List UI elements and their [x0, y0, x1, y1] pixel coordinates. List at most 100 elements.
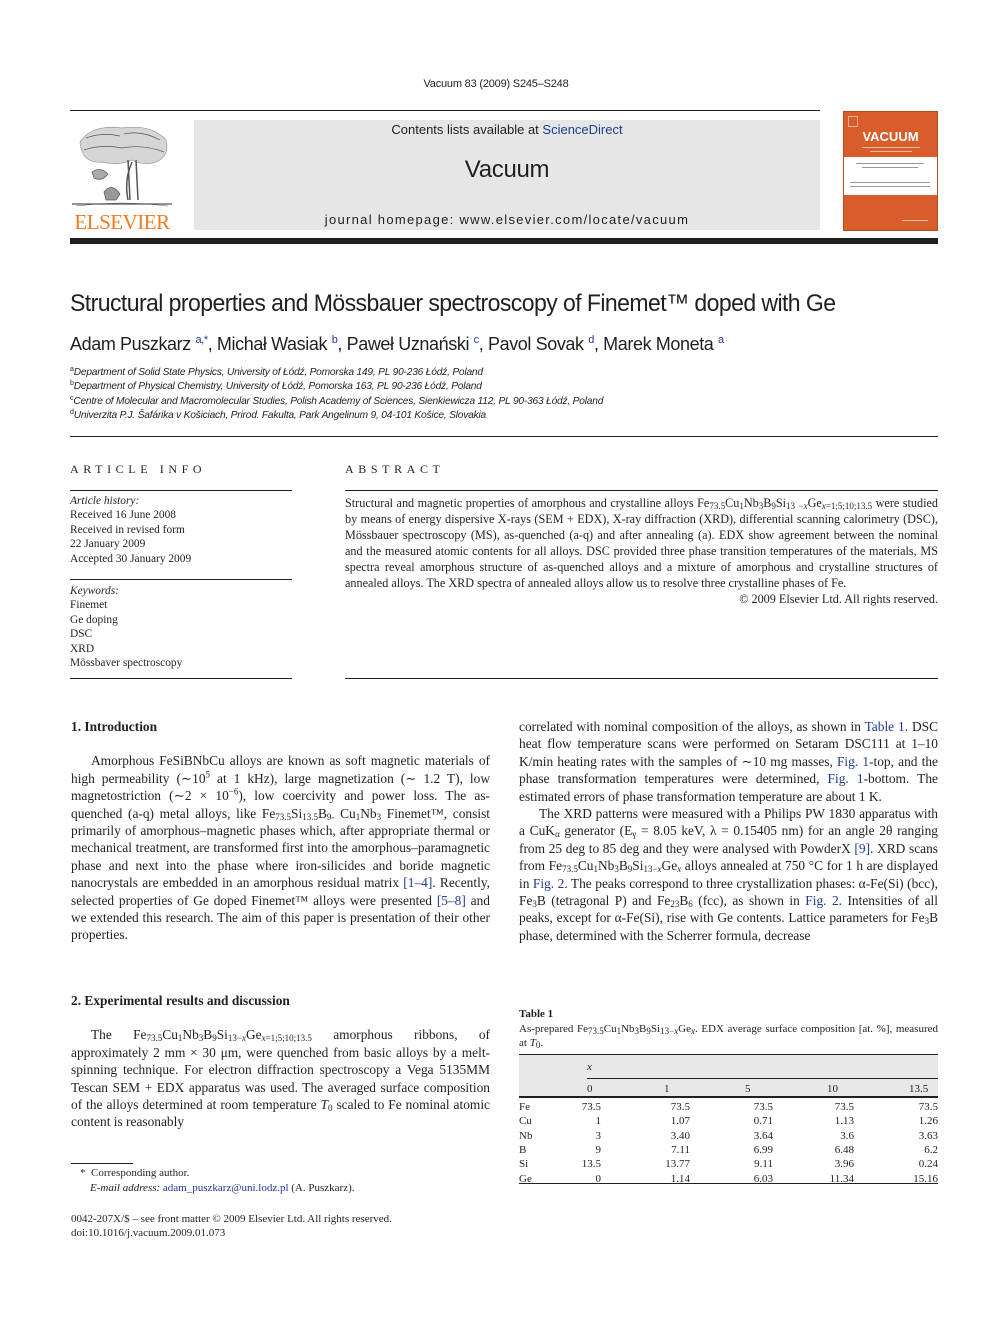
abstract-heading: ABSTRACT — [345, 462, 445, 476]
column-header: 10 — [827, 1083, 838, 1095]
divider — [345, 678, 938, 679]
divider — [345, 490, 938, 491]
element-label: Fe — [519, 1101, 530, 1113]
paragraph: Amorphous FeSiBNbCu alloys are known as … — [71, 753, 490, 943]
header-rule — [70, 110, 820, 111]
header-thick-rule — [70, 238, 938, 244]
table-cell: 1 — [595, 1115, 602, 1128]
keywords-label: Keywords: — [70, 585, 119, 597]
paragraph: The XRD patterns were measured with a Ph… — [519, 806, 939, 943]
journal-homepage[interactable]: journal homepage: www.elsevier.com/locat… — [194, 212, 820, 227]
journal-citation: Vacuum 83 (2009) S245–S248 — [423, 78, 569, 90]
section-introduction: 1. Introduction Amorphous FeSiBNbCu allo… — [71, 718, 490, 944]
figure-link[interactable]: Fig. 1 — [828, 771, 864, 786]
composition-table: x 0 1 5 10 13.5 Fe 73.5 73.5 73.5 73.5 73.5 Cu 1 1.0… — [519, 1054, 938, 1185]
divider — [70, 436, 938, 437]
table-cell: 1.26 — [918, 1115, 938, 1128]
table-label: Table 1 — [519, 1008, 554, 1020]
element-label: Nb — [519, 1129, 533, 1142]
table-body: Fe 73.5 73.5 73.5 73.5 73.5 Cu 1 1.07 0.71 1.13 1.2… — [519, 1098, 938, 1185]
elsevier-logo[interactable]: ELSEVIER — [70, 120, 174, 234]
separator: , — [207, 334, 217, 354]
keyword-item: Mössbaver spectroscopy — [70, 657, 183, 670]
divider — [70, 579, 292, 580]
figure-link[interactable]: Fig. 1 — [837, 754, 869, 769]
table-header: x 0 1 5 10 13.5 — [519, 1054, 938, 1098]
column-header: 5 — [745, 1083, 751, 1095]
section-heading: 1. Introduction — [71, 719, 158, 734]
journal-cover-image[interactable]: VACUUM — [843, 111, 938, 231]
table-cell: 73.5 — [753, 1101, 773, 1113]
table-cell: 7.11 — [671, 1143, 690, 1156]
history-item: Received in revised form — [70, 523, 185, 536]
doi-line[interactable]: doi:10.1016/j.vacuum.2009.01.073 — [71, 1226, 392, 1240]
x-header: x — [587, 1061, 592, 1073]
paragraph: The Fe73.5Cu1Nb3B9Si13−xGex=1;5;10;13.5 … — [71, 1027, 490, 1130]
table-cell: 73.5 — [670, 1101, 690, 1113]
affiliation-item: aDepartment of Solid State Physics, Univ… — [70, 366, 483, 378]
table-cell: 73.5 — [581, 1101, 601, 1113]
table-row: Si 13.5 13.77 9.11 3.96 0.24 — [519, 1158, 938, 1172]
section-experimental: 2. Experimental results and discussion T… — [71, 992, 490, 1131]
keywords: Keywords: Finemet Ge doping DSC XRD Möss… — [70, 584, 182, 670]
author-email-link[interactable]: adam_puszkarz@uni.lodz.pl — [163, 1182, 289, 1194]
author-name[interactable]: Marek Moneta — [603, 334, 718, 354]
table-cell: 11.34 — [829, 1172, 854, 1185]
author-name[interactable]: Michał Wasiak — [217, 334, 332, 354]
article-title: Structural properties and Mössbauer spec… — [70, 290, 836, 317]
keyword-item: XRD — [70, 642, 95, 655]
reference-link[interactable]: [9] — [854, 841, 870, 856]
section-continued: correlated with nominal composition of t… — [519, 718, 938, 944]
keyword-item: Finemet — [70, 599, 108, 612]
author-name[interactable]: Paweł Uznański — [347, 334, 474, 354]
reference-link[interactable]: [1–4] — [403, 875, 432, 890]
cover-subtitle-line — [870, 151, 912, 152]
cover-footer-line — [902, 220, 928, 221]
cover-contents-panel — [844, 157, 937, 195]
figure-link[interactable]: Fig. 2 — [533, 876, 564, 891]
table-cell: 1.13 — [834, 1115, 854, 1128]
elsevier-tree-icon — [72, 126, 172, 207]
section-heading: 2. Experimental results and discussion — [71, 993, 290, 1008]
divider — [70, 678, 292, 679]
corresponding-author-note: Corresponding author. — [91, 1167, 190, 1179]
table-cell: 15.16 — [913, 1172, 938, 1185]
table-cell: 6.99 — [753, 1143, 773, 1156]
figure-link[interactable]: Fig. 2 — [805, 893, 838, 908]
table-cell: 0.24 — [918, 1158, 938, 1171]
affiliation-item: dUniverzita P.J. Šafárika v Košiciach, P… — [70, 409, 486, 422]
table-cell: 3.64 — [753, 1129, 773, 1142]
cover-title: VACUUM — [862, 129, 919, 144]
separator: , — [478, 334, 488, 354]
author-name[interactable]: Adam Puszkarz — [70, 334, 195, 354]
table-cell: 6.48 — [834, 1143, 854, 1156]
table-row: Fe 73.5 73.5 73.5 73.5 73.5 — [519, 1101, 938, 1115]
table-cell: 1.14 — [670, 1172, 690, 1185]
element-label: Ge — [519, 1172, 532, 1185]
table-link[interactable]: Table 1 — [865, 719, 905, 734]
table-cell: 73.5 — [918, 1101, 938, 1113]
table-cell: 13.5 — [581, 1158, 601, 1171]
header-rule — [587, 1078, 938, 1079]
table-row: Nb 3 3.40 3.64 3.6 3.63 — [519, 1130, 938, 1144]
table-cell: 9.11 — [754, 1158, 773, 1171]
cover-subtitle-line — [862, 147, 920, 148]
table-cell: 3.40 — [670, 1129, 690, 1142]
separator: , — [593, 334, 604, 354]
table-cell: 3.6 — [840, 1129, 854, 1142]
history-item: Received 16 June 2008 — [70, 509, 176, 522]
footnotes: * Corresponding author. E-mail address: … — [80, 1167, 355, 1194]
column-header: 0 — [587, 1083, 593, 1095]
table-row: Cu 1 1.07 0.71 1.13 1.26 — [519, 1115, 938, 1129]
publication-info: 0042-207X/$ – see front matter © 2009 El… — [71, 1212, 392, 1241]
affiliation-mark[interactable]: a,* — [195, 334, 208, 346]
paragraph: correlated with nominal composition of t… — [519, 719, 938, 804]
author-name[interactable]: Pavol Sovak — [488, 334, 588, 354]
contents-line: Contents lists available at ScienceDirec… — [391, 122, 623, 137]
sciencedirect-link[interactable]: ScienceDirect — [542, 122, 622, 137]
reference-link[interactable]: [5–8] — [437, 893, 466, 908]
column-headers: 0 1 5 10 13.5 — [519, 1083, 938, 1097]
table-cell: 3 — [595, 1129, 602, 1142]
article-info-heading: ARTICLE INFO — [70, 462, 207, 476]
affiliation-mark[interactable]: a — [718, 334, 724, 346]
